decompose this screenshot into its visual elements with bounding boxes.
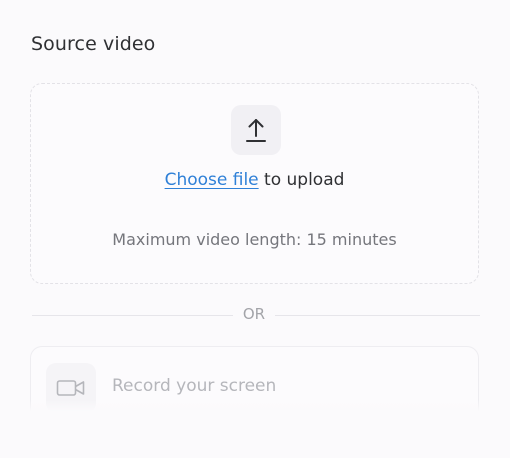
divider-label: OR (242, 305, 266, 323)
section-title: Source video (31, 33, 156, 55)
upload-dropzone[interactable]: Choose file to upload Maximum video leng… (30, 83, 479, 284)
max-length-note: Maximum video length: 15 minutes (112, 230, 397, 249)
upload-suffix: to upload (258, 170, 345, 190)
source-video-panel: Source video Choose file to upload Maxim… (0, 0, 510, 458)
record-screen-label: Record your screen (112, 376, 277, 396)
upload-arrow-icon (231, 105, 281, 155)
divider-line-right (275, 315, 480, 316)
or-divider: OR (32, 305, 480, 327)
bottom-fade (0, 400, 510, 458)
divider-line-left (32, 315, 233, 316)
choose-file-link[interactable]: Choose file (165, 170, 259, 190)
upload-instruction: Choose file to upload (31, 170, 478, 190)
